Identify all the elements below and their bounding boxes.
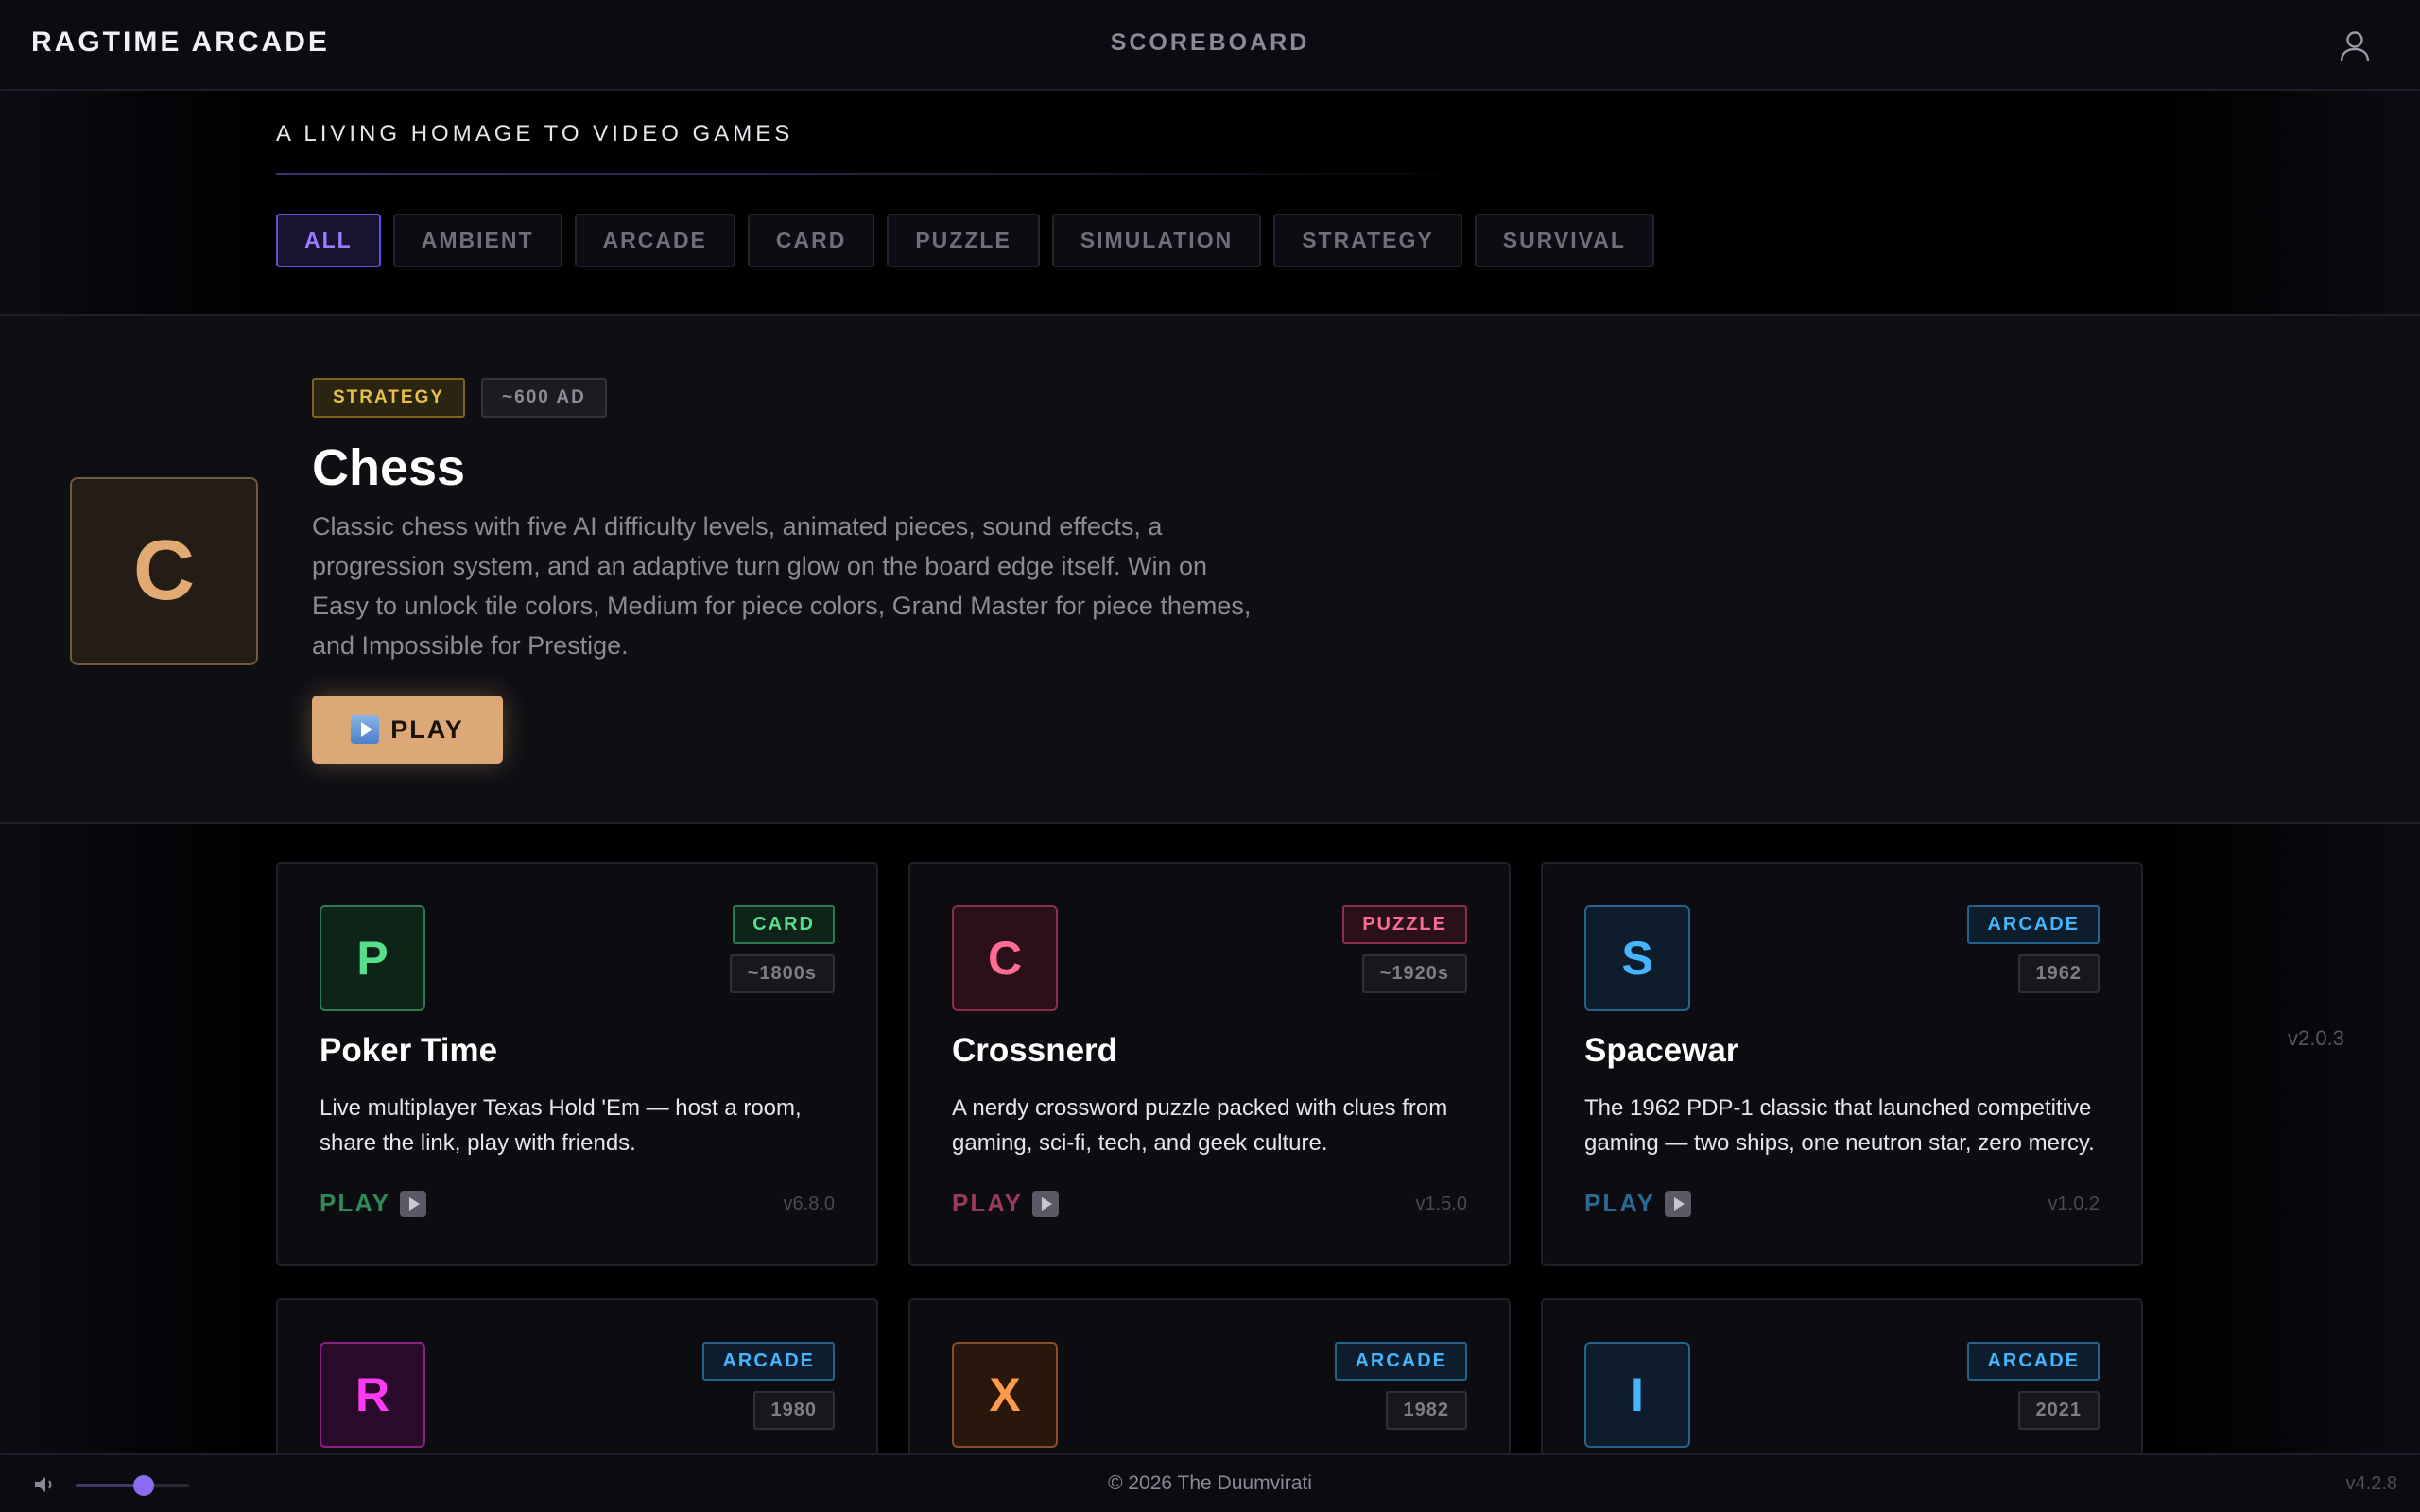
play-link[interactable]: PLAY — [1584, 1189, 1691, 1218]
play-button-icon — [1664, 1190, 1691, 1217]
game-icon: P — [320, 905, 425, 1011]
play-link[interactable]: PLAY — [952, 1189, 1059, 1218]
game-version: v1.5.0 — [1415, 1194, 1467, 1214]
category-badge: ARCADE — [702, 1342, 835, 1381]
filter-all[interactable]: ALL — [276, 214, 381, 267]
game-version: v1.0.2 — [2048, 1194, 2100, 1214]
featured-category-badge: STRATEGY — [312, 378, 466, 418]
game-icon: S — [1584, 905, 1690, 1011]
game-description: The 1962 PDP-1 classic that launched com… — [1584, 1095, 2095, 1156]
app-version: v4.2.8 — [2345, 1473, 2397, 1494]
filter-puzzle[interactable]: PUZZLE — [887, 214, 1040, 267]
play-label: PLAY — [952, 1189, 1023, 1217]
featured-game: C STRATEGY ~600 AD Chess Classic chess w… — [0, 314, 2420, 1050]
volume-slider-knob[interactable] — [133, 1475, 154, 1496]
featured-play-button[interactable]: PLAY — [312, 696, 503, 764]
game-title: Poker Time — [320, 1032, 498, 1069]
filter-strategy[interactable]: STRATEGY — [1273, 214, 1462, 267]
filter-ambient[interactable]: AMBIENT — [392, 214, 562, 267]
featured-tags: STRATEGY ~600 AD — [312, 378, 607, 418]
era-badge: ~1800s — [729, 954, 835, 993]
era-badge: 2021 — [2017, 1391, 2100, 1430]
game-icon: X — [952, 1342, 1058, 1448]
game-description: A nerdy crossword puzzle packed with clu… — [952, 1095, 1448, 1156]
nav-scoreboard-link[interactable]: SCOREBOARD — [1111, 29, 1310, 56]
category-badge: ARCADE — [1967, 1342, 2100, 1381]
filter-simulation[interactable]: SIMULATION — [1051, 214, 1262, 267]
copyright-text: © 2026 The Duumvirati — [1108, 1472, 1312, 1494]
game-card-crossnerd[interactable]: C PUZZLE ~1920s Crossnerd A nerdy crossw… — [908, 862, 1511, 1266]
filter-survival[interactable]: SURVIVAL — [1474, 214, 1654, 267]
speaker-icon[interactable] — [32, 1474, 57, 1495]
era-badge: 1962 — [2017, 954, 2100, 993]
filter-card[interactable]: CARD — [747, 214, 875, 267]
tagline: A LIVING HOMAGE TO VIDEO GAMES — [276, 121, 794, 146]
play-link[interactable]: PLAY — [320, 1189, 426, 1218]
featured-game-icon[interactable]: C — [70, 477, 258, 665]
game-icon: C — [952, 905, 1058, 1011]
game-title: Spacewar — [1584, 1032, 1739, 1069]
play-button-icon — [351, 715, 380, 744]
top-bar: RAGTIME ARCADE SCOREBOARD — [0, 0, 2420, 91]
game-icon: I — [1584, 1342, 1690, 1448]
play-label: PLAY — [1584, 1189, 1655, 1217]
play-label: PLAY — [320, 1189, 390, 1217]
game-icon: R — [320, 1342, 425, 1448]
nav-scoreboard-wrapper: SCOREBOARD — [0, 29, 2420, 57]
category-badge: CARD — [733, 905, 835, 944]
game-title: Crossnerd — [952, 1032, 1118, 1069]
category-badge: ARCADE — [1335, 1342, 1467, 1381]
footer-bar: © 2026 The Duumvirati v4.2.8 — [0, 1453, 2420, 1512]
featured-play-label: PLAY — [390, 714, 464, 744]
featured-title: Chess — [312, 439, 466, 496]
featured-version: v2.0.3 — [2288, 1026, 2344, 1050]
featured-description: Classic chess with five AI difficulty le… — [312, 512, 1252, 660]
user-icon[interactable] — [2337, 28, 2373, 64]
game-description: Live multiplayer Texas Hold 'Em — host a… — [320, 1095, 802, 1156]
game-card-spacewar[interactable]: S ARCADE 1962 Spacewar The 1962 PDP-1 cl… — [1541, 862, 2143, 1266]
game-version: v6.8.0 — [783, 1194, 835, 1214]
play-button-icon — [1031, 1190, 1059, 1217]
era-badge: 1980 — [752, 1391, 835, 1430]
category-filters: ALL AMBIENT ARCADE CARD PUZZLE SIMULATIO… — [276, 214, 1654, 267]
brand-logo[interactable]: RAGTIME ARCADE — [31, 26, 330, 59]
filter-arcade[interactable]: ARCADE — [574, 214, 735, 267]
game-card-poker-time[interactable]: P CARD ~1800s Poker Time Live multiplaye… — [276, 862, 878, 1266]
play-button-icon — [399, 1190, 426, 1217]
tagline-divider — [276, 173, 1495, 175]
era-badge: 1982 — [1385, 1391, 1467, 1430]
category-badge: PUZZLE — [1342, 905, 1467, 944]
category-badge: ARCADE — [1967, 905, 2100, 944]
featured-era-badge: ~600 AD — [481, 378, 607, 418]
era-badge: ~1920s — [1361, 954, 1467, 993]
volume-slider[interactable] — [76, 1475, 189, 1496]
